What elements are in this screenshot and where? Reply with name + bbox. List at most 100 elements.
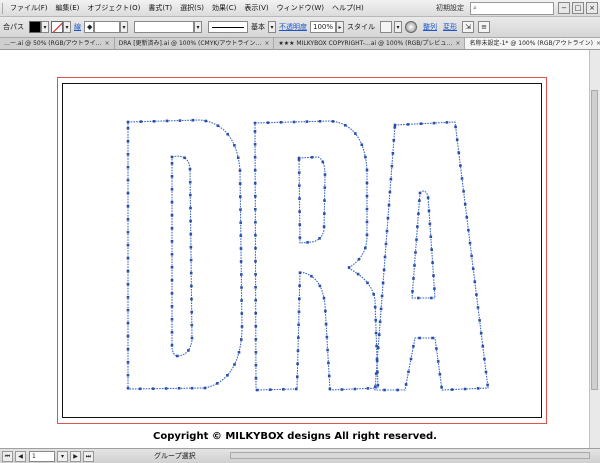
anchor-point[interactable] (380, 294, 384, 298)
anchor-point[interactable] (256, 388, 259, 392)
anchor-point[interactable] (445, 121, 449, 124)
anchor-point[interactable] (418, 336, 421, 340)
anchor-point[interactable] (470, 254, 473, 258)
anchor-point[interactable] (297, 323, 300, 326)
anchor-point[interactable] (190, 323, 194, 327)
anchor-point[interactable] (486, 383, 489, 387)
anchor-point[interactable] (459, 164, 462, 167)
anchor-point[interactable] (484, 370, 488, 374)
anchor-point[interactable] (414, 251, 417, 254)
anchor-point[interactable] (190, 386, 194, 390)
anchor-point[interactable] (476, 306, 480, 309)
anchor-point[interactable] (376, 383, 380, 387)
next-artboard-button[interactable]: ▶ (70, 450, 81, 462)
anchor-point[interactable] (296, 375, 299, 378)
anchor-point[interactable] (373, 305, 377, 309)
anchor-point[interactable] (392, 139, 396, 142)
anchor-point[interactable] (387, 203, 391, 207)
anchor-point[interactable] (391, 152, 395, 155)
anchor-point[interactable] (409, 357, 413, 361)
anchor-point[interactable] (416, 225, 419, 228)
anchor-point[interactable] (216, 124, 220, 127)
anchor-point[interactable] (318, 237, 321, 240)
anchor-point[interactable] (170, 266, 174, 269)
anchor-point[interactable] (126, 386, 130, 390)
anchor-point[interactable] (254, 273, 257, 276)
anchor-point[interactable] (126, 360, 130, 364)
letter-d-counter-path[interactable] (171, 155, 193, 357)
anchor-point[interactable] (418, 191, 422, 195)
anchor-point[interactable] (188, 180, 192, 184)
anchor-point[interactable] (254, 195, 257, 198)
anchor-point[interactable] (310, 274, 313, 278)
anchor-point[interactable] (376, 346, 380, 349)
anchor-point[interactable] (204, 119, 208, 123)
anchor-point[interactable] (189, 258, 193, 262)
anchor-point[interactable] (254, 325, 258, 328)
anchor-point[interactable] (170, 253, 174, 256)
anchor-point[interactable] (322, 225, 326, 228)
anchor-point[interactable] (170, 175, 174, 178)
anchor-point[interactable] (126, 321, 130, 325)
anchor-point[interactable] (239, 221, 242, 224)
anchor-point[interactable] (327, 374, 331, 378)
anchor-point[interactable] (366, 387, 370, 390)
anchor-point[interactable] (139, 120, 143, 123)
anchor-point[interactable] (126, 204, 130, 208)
dra-outline-artwork[interactable] (0, 0, 600, 462)
anchor-point[interactable] (383, 388, 386, 392)
anchor-point[interactable] (170, 227, 174, 230)
artboard-dropdown[interactable]: ▾ (57, 450, 68, 462)
anchor-point[interactable] (436, 360, 440, 363)
anchor-point[interactable] (386, 216, 390, 220)
anchor-point[interactable] (298, 184, 301, 187)
anchor-point[interactable] (170, 292, 174, 295)
anchor-point[interactable] (417, 296, 420, 300)
horizontal-scrollbar[interactable] (230, 452, 590, 459)
anchor-point[interactable] (471, 267, 475, 271)
anchor-point[interactable] (292, 120, 296, 124)
letter-a-counter-path[interactable] (411, 190, 436, 299)
anchor-point[interactable] (170, 162, 174, 165)
previous-artboard-button[interactable]: ◀ (15, 450, 26, 462)
anchor-point[interactable] (164, 387, 168, 390)
anchor-point[interactable] (435, 347, 438, 350)
anchor-point[interactable] (354, 132, 357, 135)
anchor-point[interactable] (374, 331, 378, 335)
anchor-point[interactable] (138, 387, 142, 391)
anchor-point[interactable] (378, 320, 382, 324)
anchor-point[interactable] (239, 195, 242, 198)
anchor-point[interactable] (253, 121, 257, 125)
anchor-point[interactable] (170, 155, 174, 159)
anchor-point[interactable] (203, 386, 207, 390)
last-artboard-button[interactable]: ⏭ (83, 450, 94, 462)
anchor-point[interactable] (170, 279, 174, 282)
anchor-point[interactable] (476, 387, 480, 390)
anchor-point[interactable] (375, 359, 379, 362)
anchor-point[interactable] (237, 351, 241, 354)
anchor-point[interactable] (462, 190, 465, 193)
anchor-point[interactable] (323, 212, 326, 215)
anchor-point[interactable] (254, 364, 258, 367)
letter-d-outer-path[interactable] (127, 119, 243, 390)
anchor-point[interactable] (324, 309, 327, 313)
anchor-point[interactable] (190, 336, 194, 340)
artboard-number-field[interactable]: 1 (29, 450, 55, 462)
anchor-point[interactable] (426, 196, 430, 200)
anchor-point[interactable] (428, 222, 432, 226)
anchor-point[interactable] (357, 257, 361, 261)
anchor-point[interactable] (240, 299, 243, 302)
anchor-point[interactable] (126, 165, 130, 169)
anchor-point[interactable] (297, 158, 301, 161)
anchor-point[interactable] (325, 335, 329, 339)
anchor-point[interactable] (189, 245, 193, 249)
anchor-point[interactable] (297, 310, 301, 313)
anchor-point[interactable] (417, 212, 420, 215)
anchor-point[interactable] (175, 354, 179, 358)
anchor-point[interactable] (126, 282, 130, 286)
anchor-point[interactable] (412, 344, 415, 348)
anchor-point[interactable] (170, 331, 174, 334)
anchor-point[interactable] (253, 169, 257, 172)
anchor-point[interactable] (418, 199, 421, 202)
anchor-point[interactable] (429, 235, 433, 238)
